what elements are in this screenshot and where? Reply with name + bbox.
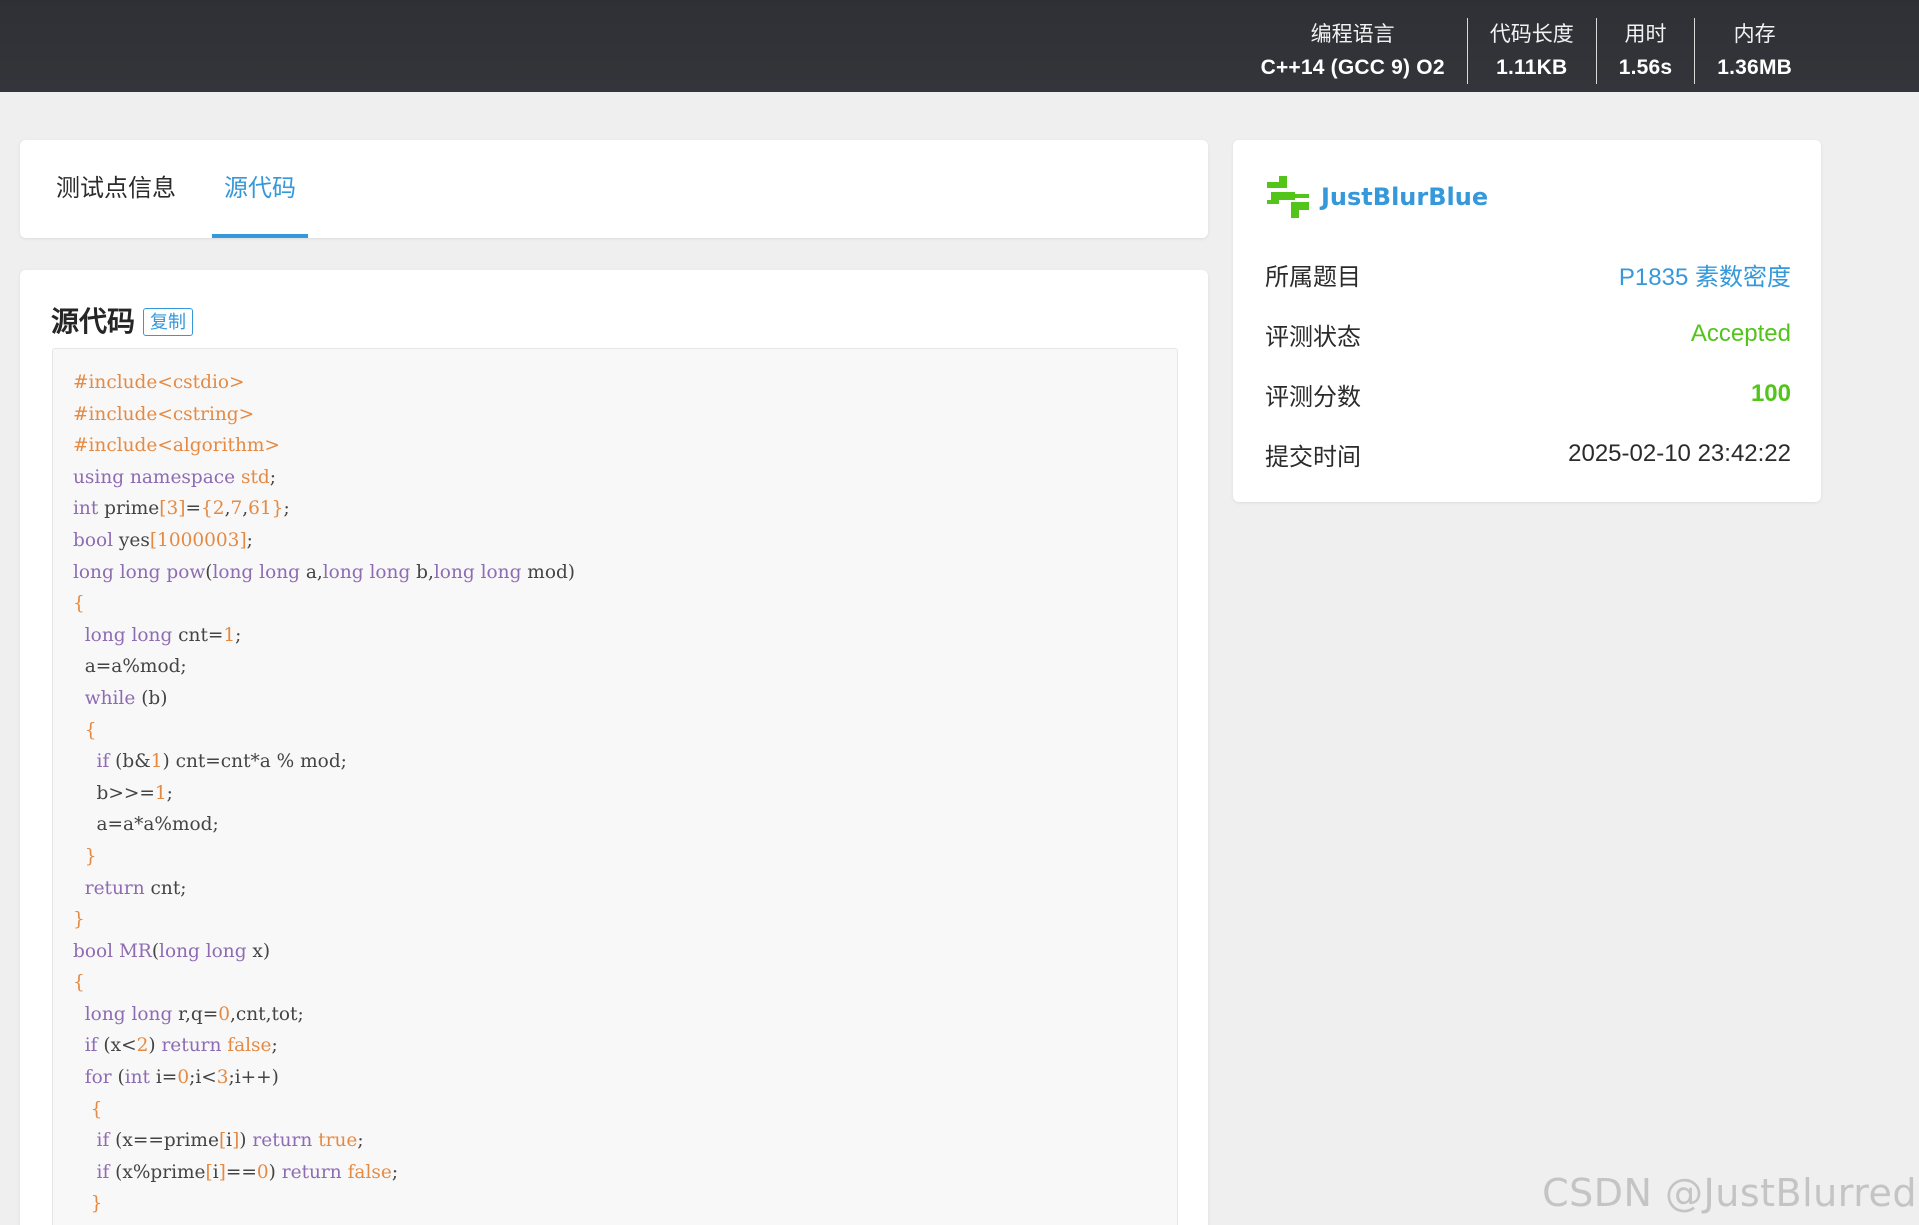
section-title: 源代码 — [51, 306, 136, 337]
stat-value: 1.36MB — [1717, 56, 1792, 79]
tab-test-info[interactable]: 测试点信息 — [56, 140, 176, 238]
score-value: 100 — [1750, 380, 1791, 407]
code-line: return cnt; — [84, 877, 187, 899]
code-line: } — [84, 845, 97, 867]
stat-language: 编程语言 C++14 (GCC 9) O2 — [1239, 18, 1467, 84]
info-label: 所属题目 — [1265, 263, 1361, 291]
copy-button[interactable]: 复制 — [143, 307, 194, 336]
code-line: { — [73, 972, 85, 994]
stat-time: 用时 1.56s — [1595, 18, 1695, 84]
info-row-score: 评测分数 100 — [1265, 374, 1791, 414]
username-link[interactable]: JustBlurBlue — [1321, 183, 1488, 211]
code-line: long long r,q=0,cnt,tot; — [84, 1003, 304, 1025]
stat-memory: 内存 1.36MB — [1694, 18, 1814, 84]
source-code-card: 源代码 复制 #include<cstdio> #include<cstring>… — [20, 270, 1208, 1225]
info-row-status: 评测状态 Accepted — [1265, 314, 1791, 354]
info-label: 评测状态 — [1265, 323, 1361, 351]
code-line: if (x<2) return false; — [84, 1035, 278, 1057]
code-line: #include<algorithm> — [73, 435, 280, 457]
tab-source-code[interactable]: 源代码 — [212, 140, 308, 238]
code-line: for (int i=0;i<3;i++) — [84, 1067, 279, 1089]
code-line: using namespace std; — [73, 466, 277, 488]
code-block[interactable]: #include<cstdio> #include<cstring> #includ… — [52, 348, 1178, 1225]
submission-stats: 编程语言 C++14 (GCC 9) O2 代码长度 1.11KB 用时 1.5… — [1239, 18, 1814, 84]
watermark-text: CSDN @JustBlurred — [1542, 1171, 1917, 1215]
tabs-card: 测试点信息 源代码 — [20, 140, 1208, 238]
code-line: while (b) — [84, 687, 168, 709]
stat-value: C++14 (GCC 9) O2 — [1260, 56, 1445, 79]
info-row-submit-time: 提交时间 2025-02-10 23:42:22 — [1265, 434, 1791, 474]
stat-label: 编程语言 — [1310, 23, 1395, 46]
top-header-bar: 编程语言 C++14 (GCC 9) O2 代码长度 1.11KB 用时 1.5… — [0, 0, 1919, 92]
code-line: b>>=1; — [73, 782, 173, 804]
code-line: #include<cstdio> — [73, 372, 245, 393]
submission-info-card: JustBlurBlue 所属题目 P1835 素数密度 评测状态 Accept… — [1233, 140, 1821, 502]
code-line: } — [73, 909, 85, 931]
code-text: #include<cstdio> #include<cstring> #includ… — [73, 367, 575, 1220]
info-label: 提交时间 — [1265, 443, 1361, 471]
stat-code-length: 代码长度 1.11KB — [1466, 18, 1596, 84]
code-line: bool yes[1000003]; — [73, 529, 253, 551]
problem-link[interactable]: P1835 素数密度 — [1619, 257, 1791, 292]
info-label: 评测分数 — [1265, 383, 1361, 411]
code-line: } — [90, 1193, 103, 1215]
stat-label: 用时 — [1624, 23, 1667, 46]
stat-value: 1.56s — [1618, 56, 1673, 79]
stat-label: 内存 — [1733, 23, 1776, 46]
code-line: a=a%mod; — [73, 656, 187, 678]
code-line: if (b&1) cnt=cnt*a % mod; — [96, 751, 347, 773]
code-line: #include<cstring> — [73, 403, 255, 425]
code-line: long long pow(long long a,long long b,lo… — [73, 561, 576, 583]
submit-time-value: 2025-02-10 23:42:22 — [1568, 440, 1791, 467]
code-line: bool MR(long long x) — [73, 940, 271, 962]
code-line: a=a*a%mod; — [73, 814, 219, 836]
user-logo-icon — [1267, 176, 1309, 218]
user-row[interactable]: JustBlurBlue — [1265, 174, 1488, 220]
code-line: { — [73, 593, 85, 615]
code-line: int prime[3]={2,7,61}; — [73, 498, 290, 520]
code-line: { — [84, 719, 97, 741]
stat-value: 1.11KB — [1496, 56, 1568, 79]
stat-label: 代码长度 — [1489, 23, 1574, 46]
info-row-problem: 所属题目 P1835 素数密度 — [1265, 254, 1791, 294]
code-line: if (x%prime[i]==0) return false; — [96, 1161, 399, 1183]
code-line: if (x==prime[i]) return true; — [96, 1130, 364, 1152]
code-line: { — [90, 1098, 103, 1120]
code-line: long long cnt=1; — [84, 624, 242, 646]
status-value: Accepted — [1690, 320, 1791, 347]
code-header: 源代码 复制 — [51, 300, 194, 340]
